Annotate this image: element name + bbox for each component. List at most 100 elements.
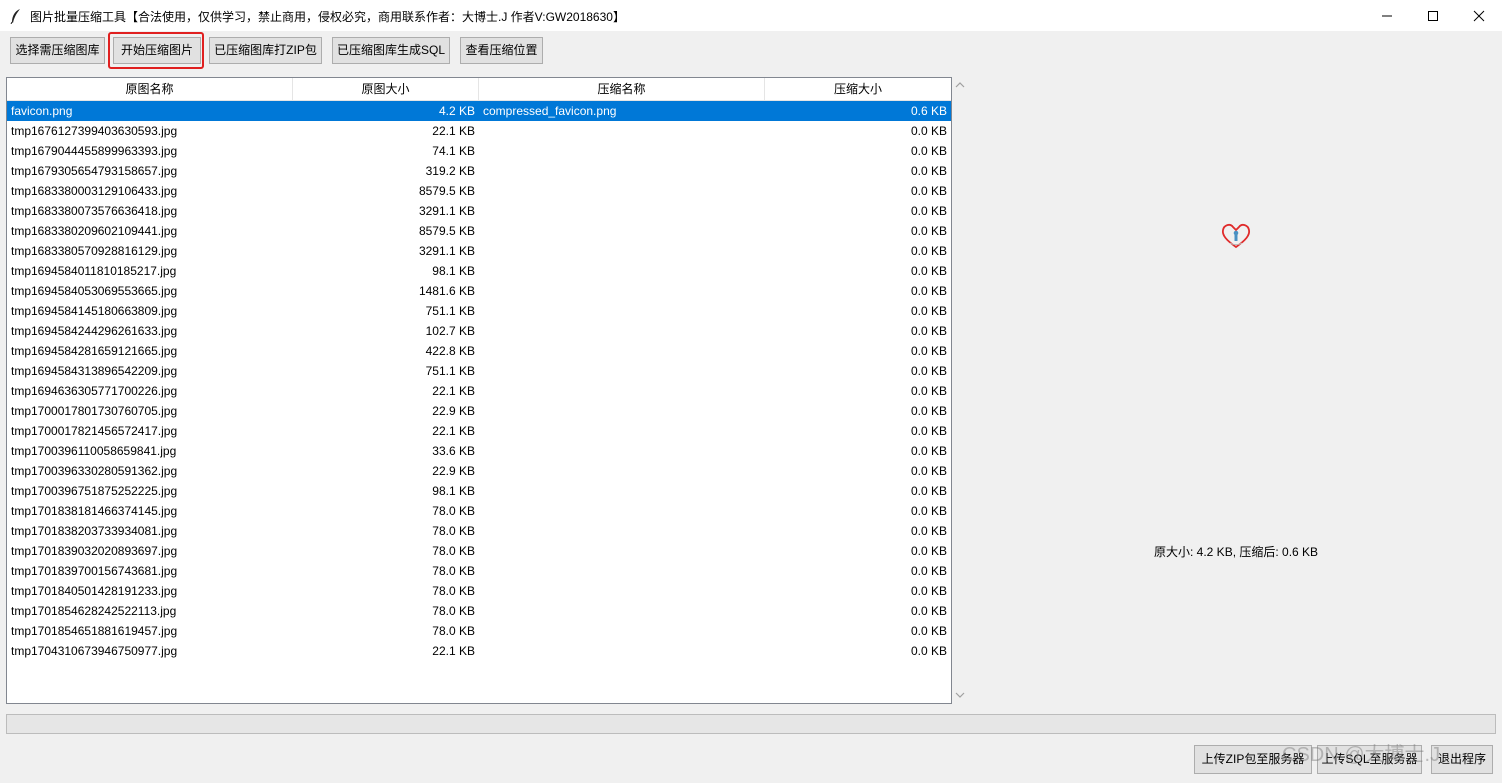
compressed-name-cell <box>483 241 763 261</box>
upload-zip-button[interactable]: 上传ZIP包至服务器 <box>1194 745 1312 774</box>
original-size-cell: 78.0 KB <box>432 604 475 618</box>
original-name-cell: tmp1694584011810185217.jpg <box>11 264 177 278</box>
view-location-button[interactable]: 查看压缩位置 <box>460 37 543 64</box>
table-row[interactable]: tmp1694584281659121665.jpg 422.8 KB 0.0 KB <box>7 341 951 361</box>
table-row[interactable]: tmp1683380073576636418.jpg 3291.1 KB 0.0 K… <box>7 201 951 221</box>
original-size-cell: 33.6 KB <box>432 444 475 458</box>
compressed-size-cell: 0.0 KB <box>910 144 947 158</box>
upload-sql-button[interactable]: 上传SQL至服务器 <box>1317 745 1422 774</box>
original-size-cell: 1481.6 KB <box>418 284 475 298</box>
compressed-name-cell <box>483 281 763 301</box>
compressed-name-cell <box>483 561 763 581</box>
table-row[interactable]: favicon.png 4.2 KB compressed_favicon.png 0… <box>7 101 951 121</box>
table-row[interactable]: tmp1694584011810185217.jpg 98.1 KB 0.0 KB <box>7 261 951 281</box>
compressed-name-cell <box>483 161 763 181</box>
original-name-cell: tmp1694584145180663809.jpg <box>11 304 178 318</box>
original-size-cell: 98.1 KB <box>432 264 475 278</box>
original-size-cell: 22.9 KB <box>432 464 475 478</box>
compressed-size-cell: 0.0 KB <box>910 304 947 318</box>
column-header-compressed-name[interactable]: 压缩名称 <box>479 78 765 100</box>
table-row[interactable]: tmp1701839032020893697.jpg 78.0 KB 0.0 KB <box>7 541 951 561</box>
table-row[interactable]: tmp1694584244296261633.jpg 102.7 KB 0.0 KB <box>7 321 951 341</box>
zip-package-button[interactable]: 已压缩图库打ZIP包 <box>209 37 322 64</box>
column-header-original-name[interactable]: 原图名称 <box>7 78 293 100</box>
table-row[interactable]: tmp1694584145180663809.jpg 751.1 KB 0.0 KB <box>7 301 951 321</box>
compressed-name-cell <box>483 541 763 561</box>
table-row[interactable]: tmp1701838203733934081.jpg 78.0 KB 0.0 KB <box>7 521 951 541</box>
table-row[interactable]: tmp1700396110058659841.jpg 33.6 KB 0.0 KB <box>7 441 951 461</box>
original-name-cell: tmp1701839700156743681.jpg <box>11 564 178 578</box>
compressed-size-cell: 0.0 KB <box>910 444 947 458</box>
compressed-name-cell <box>483 641 763 661</box>
table-row[interactable]: tmp1701840501428191233.jpg 78.0 KB 0.0 KB <box>7 581 951 601</box>
window-title: 图片批量压缩工具【合法使用，仅供学习，禁止商用，侵权必究，商用联系作者：大博士.… <box>30 10 625 24</box>
table-row[interactable]: tmp1701854651881619457.jpg 78.0 KB 0.0 KB <box>7 621 951 641</box>
original-size-cell: 78.0 KB <box>432 564 475 578</box>
chevron-down-icon[interactable] <box>955 691 965 699</box>
original-size-cell: 102.7 KB <box>425 324 475 338</box>
compressed-size-cell: 0.0 KB <box>910 324 947 338</box>
original-name-cell: tmp1700396751875252225.jpg <box>11 484 178 498</box>
table-row[interactable]: tmp1694584313896542209.jpg 751.1 KB 0.0 KB <box>7 361 951 381</box>
compressed-name-cell <box>483 321 763 341</box>
chevron-up-icon[interactable] <box>955 81 965 89</box>
table-row[interactable]: tmp1701838181466374145.jpg 78.0 KB 0.0 KB <box>7 501 951 521</box>
compressed-size-cell: 0.0 KB <box>910 244 947 258</box>
original-name-cell: tmp1694584313896542209.jpg <box>11 364 178 378</box>
compressed-name-cell <box>483 621 763 641</box>
original-name-cell: tmp1694636305771700226.jpg <box>11 384 178 398</box>
table-row[interactable]: tmp1701839700156743681.jpg 78.0 KB 0.0 KB <box>7 561 951 581</box>
table-row[interactable]: tmp1683380209602109441.jpg 8579.5 KB 0.0 K… <box>7 221 951 241</box>
select-library-button[interactable]: 选择需压缩图库 <box>10 37 105 64</box>
table-row[interactable]: tmp1700017821456572417.jpg 22.1 KB 0.0 KB <box>7 421 951 441</box>
compressed-name-cell <box>483 121 763 141</box>
original-name-cell: tmp1683380003129106433.jpg <box>11 184 178 198</box>
table-row[interactable]: tmp1701854628242522113.jpg 78.0 KB 0.0 KB <box>7 601 951 621</box>
close-icon <box>1473 10 1485 22</box>
original-name-cell: tmp1701854651881619457.jpg <box>11 624 178 638</box>
original-name-cell: favicon.png <box>11 104 73 118</box>
original-size-cell: 8579.5 KB <box>418 224 475 238</box>
table-row[interactable]: tmp1679044455899963393.jpg 74.1 KB 0.0 KB <box>7 141 951 161</box>
original-size-cell: 78.0 KB <box>432 624 475 638</box>
table-row[interactable]: tmp1700396751875252225.jpg 98.1 KB 0.0 KB <box>7 481 951 501</box>
compressed-name-cell <box>483 521 763 541</box>
table-row[interactable]: tmp1704310673946750977.jpg 22.1 KB 0.0 KB <box>7 641 951 661</box>
column-header-compressed-size[interactable]: 压缩大小 <box>765 78 951 100</box>
compressed-name-cell <box>483 461 763 481</box>
compressed-size-cell: 0.0 KB <box>910 344 947 358</box>
original-name-cell: tmp1700396330280591362.jpg <box>11 464 178 478</box>
original-name-cell: tmp1701838203733934081.jpg <box>11 524 178 538</box>
generate-sql-button[interactable]: 已压缩图库生成SQL <box>332 37 450 64</box>
original-size-cell: 22.1 KB <box>432 644 475 658</box>
title-bar: 图片批量压缩工具【合法使用，仅供学习，禁止商用，侵权必究，商用联系作者：大博士.… <box>0 0 1502 31</box>
table-scrollbar[interactable] <box>953 77 967 704</box>
column-header-original-size[interactable]: 原图大小 <box>293 78 479 100</box>
table-row[interactable]: tmp1694636305771700226.jpg 22.1 KB 0.0 KB <box>7 381 951 401</box>
table-row[interactable]: tmp1700396330280591362.jpg 22.9 KB 0.0 KB <box>7 461 951 481</box>
original-name-cell: tmp1683380209602109441.jpg <box>11 224 178 238</box>
highlight-annotation <box>108 32 204 69</box>
close-button[interactable] <box>1456 0 1502 31</box>
original-name-cell: tmp1683380570928816129.jpg <box>11 244 178 258</box>
table-row[interactable]: tmp1694584053069553665.jpg 1481.6 KB 0.0 K… <box>7 281 951 301</box>
minimize-button[interactable] <box>1364 0 1410 31</box>
original-size-cell: 3291.1 KB <box>418 204 475 218</box>
compressed-size-cell: 0.0 KB <box>910 184 947 198</box>
table-row[interactable]: tmp1676127399403630593.jpg 22.1 KB 0.0 KB <box>7 121 951 141</box>
original-size-cell: 98.1 KB <box>432 484 475 498</box>
table-row[interactable]: tmp1683380003129106433.jpg 8579.5 KB 0.0 K… <box>7 181 951 201</box>
compressed-name-cell <box>483 181 763 201</box>
exit-button[interactable]: 退出程序 <box>1431 745 1493 774</box>
original-size-cell: 422.8 KB <box>425 344 475 358</box>
compressed-size-cell: 0.0 KB <box>910 364 947 378</box>
original-name-cell: tmp1700017821456572417.jpg <box>11 424 178 438</box>
table-row[interactable]: tmp1700017801730760705.jpg 22.9 KB 0.0 KB <box>7 401 951 421</box>
table-row[interactable]: tmp1683380570928816129.jpg 3291.1 KB 0.0 K… <box>7 241 951 261</box>
compressed-size-cell: 0.6 KB <box>910 104 947 118</box>
maximize-button[interactable] <box>1410 0 1456 31</box>
original-size-cell: 78.0 KB <box>432 524 475 538</box>
compression-info: 原大小: 4.2 KB, 压缩后: 0.6 KB <box>1154 545 1319 559</box>
file-table[interactable]: 原图名称 原图大小 压缩名称 压缩大小 favicon.png 4.2 KB com… <box>6 77 952 704</box>
table-row[interactable]: tmp1679305654793158657.jpg 319.2 KB 0.0 KB <box>7 161 951 181</box>
